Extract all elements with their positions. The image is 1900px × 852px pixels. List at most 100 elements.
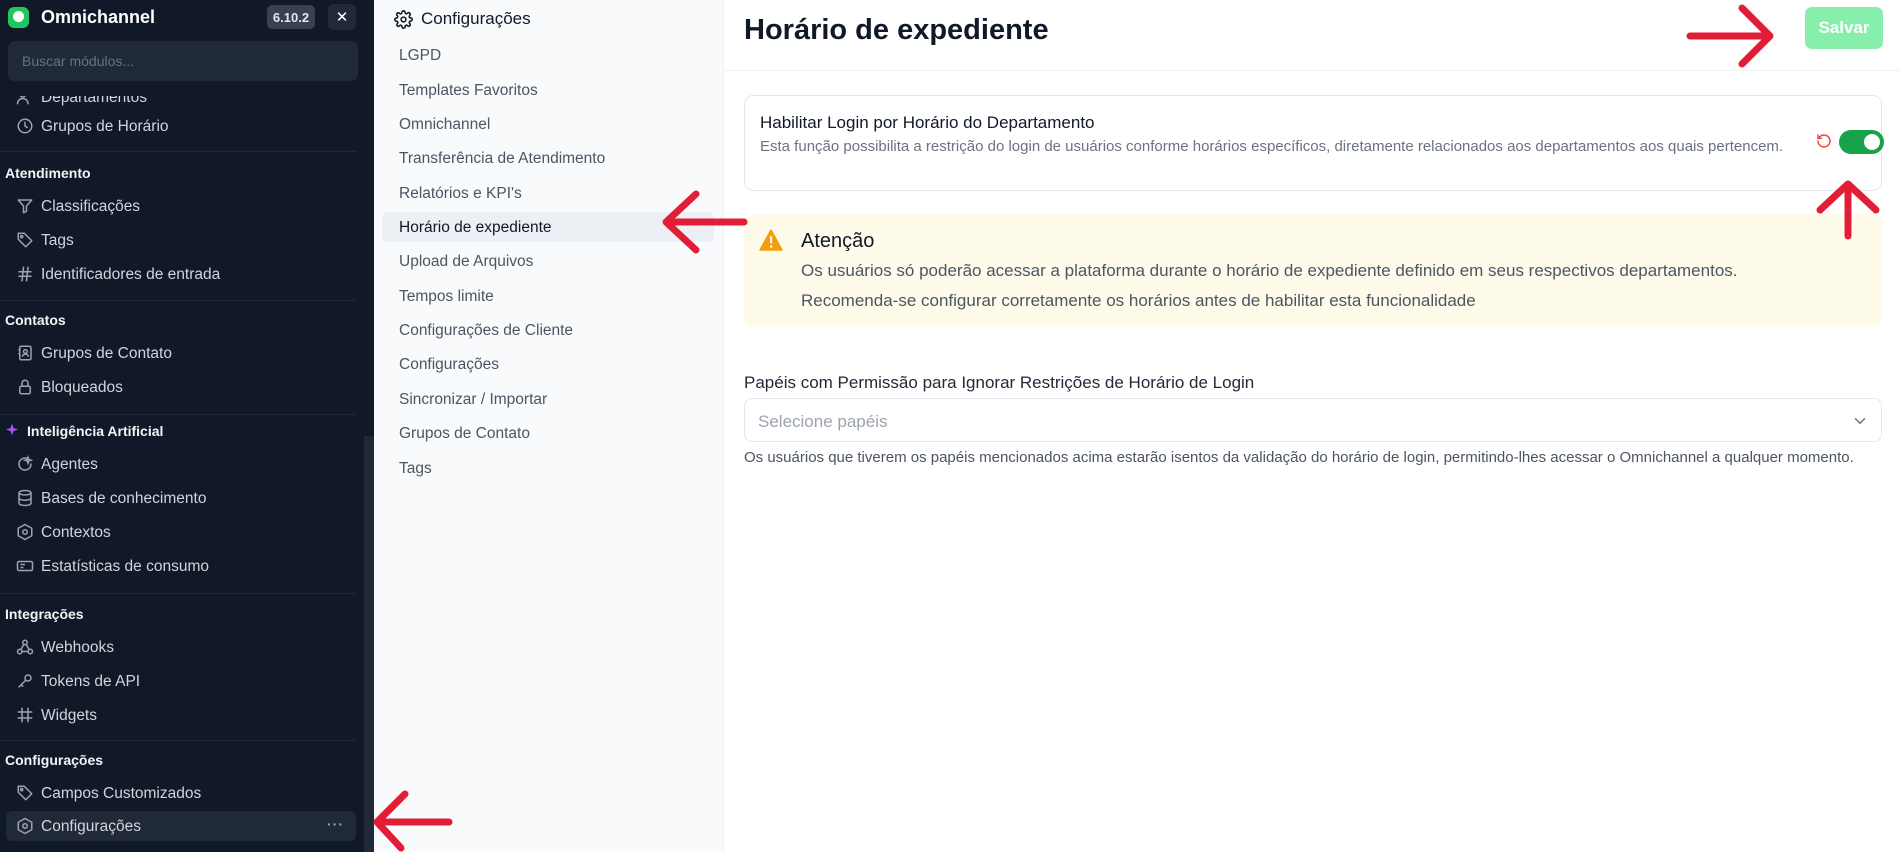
sidebar-item-departamentos[interactable]: Departamentos [6, 96, 356, 112]
version-badge: 6.10.2 [267, 5, 315, 29]
settings-nav-label: Horário de expediente [399, 219, 552, 236]
sidebar-item-label: Configurações [41, 818, 141, 835]
filter-icon [16, 197, 34, 215]
sidebar-item-label: Departamentos [41, 96, 147, 106]
clock-icon [16, 117, 34, 135]
settings-nav-item-grupos-contato[interactable]: Grupos de Contato [382, 418, 714, 448]
roles-field-label: Papéis com Permissão para Ignorar Restri… [744, 373, 1255, 392]
settings-nav-title: Configurações [421, 9, 531, 28]
sparkles-icon [3, 422, 19, 438]
settings-nav-label: Grupos de Contato [399, 425, 530, 442]
sidebar-item-grupos-de-contato[interactable]: Grupos de Contato [6, 338, 356, 368]
sidebar-item-grupos-de-horario[interactable]: Grupos de Horário [6, 111, 356, 141]
settings-nav-item-tempos-limite[interactable]: Tempos limite [382, 281, 714, 311]
database-icon [16, 489, 34, 507]
sidebar-item-label: Bloqueados [41, 379, 123, 396]
settings-nav-header: Configurações [394, 8, 531, 30]
section-title-configuracoes: Configurações [5, 752, 104, 768]
settings-nav-label: Upload de Arquivos [399, 253, 534, 270]
key-icon [16, 672, 34, 690]
settings-nav-label: Templates Favoritos [399, 82, 538, 99]
lock-icon [16, 378, 34, 396]
sidebar-item-label: Tokens de API [41, 673, 141, 690]
sidebar-divider [0, 151, 356, 152]
sidebar-item-tags[interactable]: Tags [6, 225, 356, 255]
sidebar-item-configuracoes[interactable]: Configurações ··· [6, 811, 356, 841]
setting-title: Habilitar Login por Horário do Departame… [760, 113, 1095, 132]
settings-nav-item-tags[interactable]: Tags [382, 453, 714, 483]
grid-hash-icon [16, 706, 34, 724]
close-sidebar-button[interactable]: ✕ [328, 4, 356, 30]
setting-description: Esta função possibilita a restrição do l… [760, 138, 1784, 155]
settings-nav-label: Configurações [399, 356, 499, 373]
sidebar-item-agentes[interactable]: Agentes [6, 449, 356, 479]
sidebar-divider [0, 740, 356, 741]
sidebar-item-widgets[interactable]: Widgets [6, 700, 356, 730]
sidebar-item-webhooks[interactable]: Webhooks [6, 632, 356, 662]
login-setting-card: Habilitar Login por Horário do Departame… [744, 95, 1884, 191]
bot-icon [16, 455, 34, 473]
settings-nav-label: Tempos limite [399, 288, 494, 305]
annotation-arrow-save [1686, 0, 1776, 72]
sidebar-item-classificacoes[interactable]: Classificações [6, 191, 356, 221]
roles-field-help: Os usuários que tiverem os papéis mencio… [744, 449, 1854, 466]
settings-nav-item-omnichannel[interactable]: Omnichannel [382, 109, 714, 139]
save-button[interactable]: Salvar [1805, 7, 1883, 49]
settings-nav-item-templates[interactable]: Templates Favoritos [382, 75, 714, 105]
warning-alert: Atenção Os usuários só poderão acessar a… [744, 214, 1882, 327]
sidebar-item-label: Campos Customizados [41, 785, 202, 802]
sidebar-item-bases[interactable]: Bases de conhecimento [6, 483, 356, 513]
annotation-arrow-toggle [1814, 180, 1882, 240]
hexagon-icon [16, 523, 34, 541]
main-sidebar: Omnichannel 6.10.2 ✕ Departamentos Grupo… [0, 0, 374, 852]
app-name: Omnichannel [41, 7, 156, 27]
reset-icon[interactable] [1816, 133, 1832, 149]
sidebar-item-label: Identificadores de entrada [41, 266, 221, 283]
chevron-down-icon [1851, 412, 1869, 430]
sidebar-header: Omnichannel 6.10.2 ✕ [0, 0, 364, 34]
settings-nav-label: Configurações de Cliente [399, 322, 574, 339]
settings-nav-item-transferencia[interactable]: Transferência de Atendimento [382, 143, 714, 173]
settings-nav-item-sincronizar[interactable]: Sincronizar / Importar [382, 384, 714, 414]
settings-hex-icon [16, 817, 34, 835]
alert-message-2: Recomenda-se configurar corretamente os … [801, 291, 1476, 310]
section-title-contatos: Contatos [5, 312, 66, 328]
sidebar-item-estatisticas[interactable]: Estatísticas de consumo [6, 551, 356, 581]
sidebar-item-label: Classificações [41, 198, 141, 215]
sidebar-item-label: Widgets [41, 707, 97, 724]
webhook-icon [16, 638, 34, 656]
settings-nav-label: Relatórios e KPI's [399, 185, 522, 202]
settings-nav-label: LGPD [399, 47, 442, 64]
sidebar-item-label: Tags [41, 232, 74, 249]
sidebar-divider [0, 300, 356, 301]
annotation-arrow-sidebar [373, 790, 453, 852]
settings-nav-item-config-cliente[interactable]: Configurações de Cliente [382, 315, 714, 345]
alert-message-1: Os usuários só poderão acessar a platafo… [801, 261, 1738, 280]
settings-nav-item-configuracoes[interactable]: Configurações [382, 349, 714, 379]
tag-icon [16, 784, 34, 802]
sidebar-divider [0, 414, 356, 415]
sidebar-item-label: Agentes [41, 456, 98, 473]
settings-nav-item-lgpd[interactable]: LGPD [382, 40, 714, 70]
roles-select[interactable]: Selecione papéis [744, 398, 1882, 442]
warning-icon [759, 229, 783, 251]
roles-select-placeholder: Selecione papéis [758, 412, 888, 431]
users-icon [16, 96, 34, 106]
login-schedule-toggle[interactable] [1839, 130, 1884, 154]
sidebar-item-bloqueados[interactable]: Bloqueados [6, 372, 356, 402]
settings-nav-label: Omnichannel [399, 116, 491, 133]
app-logo [8, 7, 29, 28]
sidebar-item-identificadores[interactable]: Identificadores de entrada [6, 259, 356, 289]
sidebar-divider [0, 593, 356, 594]
gear-icon [394, 9, 413, 29]
more-options-icon[interactable]: ··· [327, 816, 344, 832]
chart-card-icon [16, 557, 34, 575]
module-search-input[interactable] [8, 41, 358, 81]
annotation-arrow-menu [662, 190, 748, 256]
sidebar-item-label: Bases de conhecimento [41, 490, 207, 507]
sidebar-item-label: Estatísticas de consumo [41, 558, 209, 575]
sidebar-item-tokens[interactable]: Tokens de API [6, 666, 356, 696]
sidebar-item-contextos[interactable]: Contextos [6, 517, 356, 547]
sidebar-item-campos-customizados[interactable]: Campos Customizados [6, 778, 356, 808]
sidebar-item-label: Grupos de Contato [41, 345, 172, 362]
